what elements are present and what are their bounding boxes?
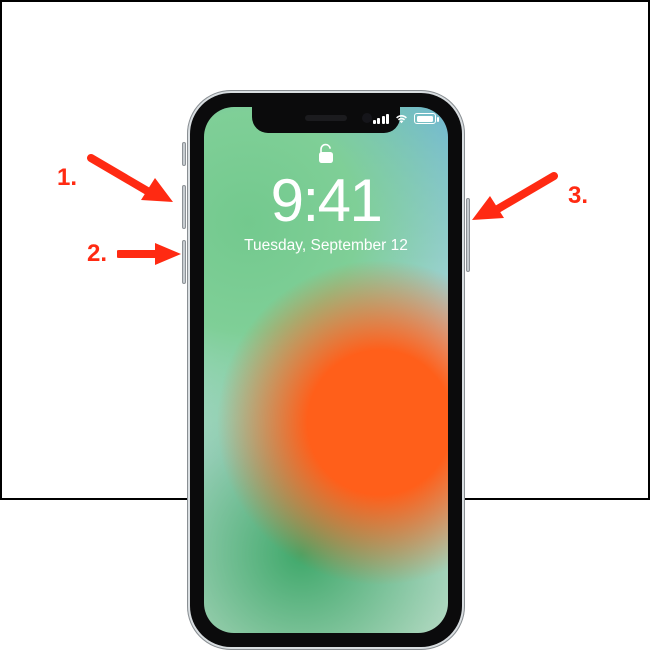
volume-up-button[interactable] — [182, 185, 186, 229]
side-button[interactable] — [466, 198, 470, 272]
lockscreen-date: Tuesday, September 12 — [244, 237, 408, 255]
callout-3-label: 3. — [568, 182, 588, 210]
callout-1: 1. — [57, 152, 173, 204]
phone-body: 9:41 Tuesday, September 12 — [187, 90, 465, 650]
arrow-icon — [87, 152, 173, 204]
diagram-frame: 9:41 Tuesday, September 12 1. 2. 3. — [0, 0, 650, 500]
cellular-signal-icon — [373, 114, 390, 124]
callout-2: 2. — [87, 240, 181, 268]
phone-bezel: 9:41 Tuesday, September 12 — [190, 93, 462, 647]
wifi-icon — [394, 113, 409, 124]
mute-switch[interactable] — [182, 142, 186, 166]
status-bar — [373, 113, 437, 124]
unlock-icon — [317, 143, 335, 165]
lock-screen[interactable]: 9:41 Tuesday, September 12 — [204, 107, 448, 633]
callout-1-label: 1. — [57, 164, 77, 192]
arrow-icon — [117, 243, 181, 265]
callout-2-label: 2. — [87, 240, 107, 268]
battery-icon — [414, 113, 436, 124]
callout-3: 3. — [472, 170, 588, 222]
volume-down-button[interactable] — [182, 240, 186, 284]
lock-screen-content: 9:41 Tuesday, September 12 — [204, 143, 448, 255]
lockscreen-time: 9:41 — [271, 171, 382, 231]
arrow-icon — [472, 170, 558, 222]
